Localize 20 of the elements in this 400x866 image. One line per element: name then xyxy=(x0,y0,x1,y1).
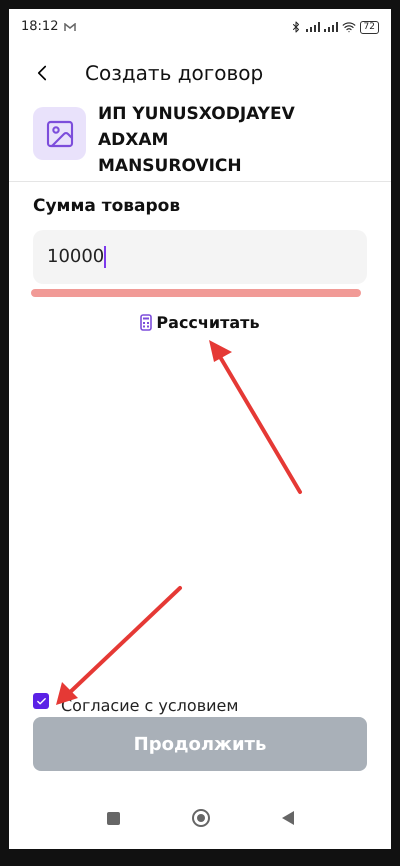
calculator-icon xyxy=(140,314,152,331)
merchant-name: ИП YUNUSXODJAYEV ADXAM MANSUROVICH xyxy=(98,103,296,178)
mail-icon xyxy=(64,22,76,32)
signal-icon xyxy=(306,22,320,32)
home-nav-icon[interactable] xyxy=(192,809,210,827)
signal-icon xyxy=(324,22,338,32)
status-time: 18:12 xyxy=(21,18,58,36)
wifi-icon xyxy=(342,20,356,34)
agreement-label: Согласие с условием xyxy=(61,695,238,717)
calculate-button[interactable]: Рассчитать xyxy=(140,310,260,334)
page-title: Создать договор xyxy=(85,60,264,87)
battery-indicator: 72 xyxy=(360,20,379,34)
field-value: 10000 xyxy=(47,245,104,269)
check-icon xyxy=(36,696,46,706)
amount-field[interactable]: 10000 xyxy=(33,230,367,284)
field-label: Сумма товаров xyxy=(33,195,182,218)
back-nav-icon[interactable] xyxy=(282,811,294,825)
agreement-checkbox[interactable] xyxy=(33,693,49,709)
image-placeholder-icon xyxy=(33,107,86,160)
recents-nav-icon[interactable] xyxy=(106,812,120,824)
